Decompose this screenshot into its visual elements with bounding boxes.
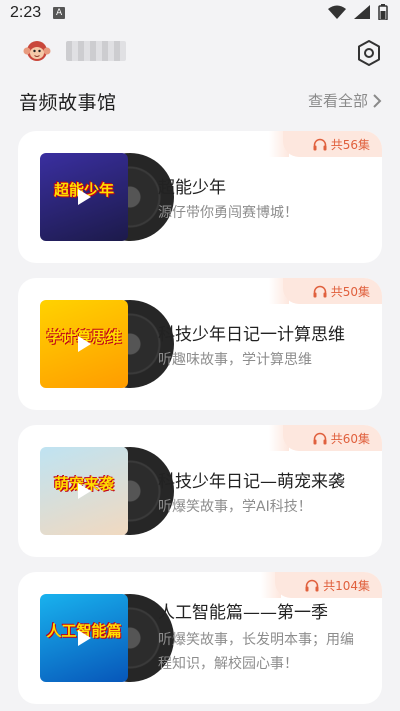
play-icon[interactable] xyxy=(74,481,94,501)
settings-icon[interactable] xyxy=(354,38,384,68)
episode-count: 共60集 xyxy=(330,431,370,446)
play-icon[interactable] xyxy=(74,187,94,207)
episode-count-badge: 共104集 xyxy=(261,572,382,598)
username-blurred xyxy=(66,41,126,61)
story-card[interactable]: 共50集 学计算思维 科技少年日记一计算思维 听趣味故事，学计算思维 xyxy=(18,278,382,410)
status-icons xyxy=(328,4,388,20)
headphones-icon xyxy=(313,138,327,150)
cover-wrap[interactable]: 学计算思维 xyxy=(40,300,174,388)
monkey-avatar-icon[interactable] xyxy=(22,38,52,68)
episode-count-badge: 共50集 xyxy=(268,278,382,304)
episode-count: 共104集 xyxy=(323,578,370,593)
headphones-icon xyxy=(313,432,327,444)
story-title: 科技少年日记—萌宠来袭 xyxy=(158,472,345,492)
story-description: 听趣味故事，学计算思维 xyxy=(158,352,312,368)
story-card[interactable]: 共104集 人工智能篇 人工智能篇——第一季 听爆笑故事，长发明本事；用编程知识… xyxy=(18,572,382,704)
episode-count: 共56集 xyxy=(330,137,370,152)
signal-icon xyxy=(354,5,370,19)
episode-count-badge: 共60集 xyxy=(268,425,382,451)
story-description: 源仔带你勇闯赛博城！ xyxy=(158,205,298,221)
story-title: 人工智能篇——第一季 xyxy=(158,603,328,623)
play-icon[interactable] xyxy=(74,628,94,648)
status-time: 2:23 xyxy=(10,4,42,21)
cover-wrap[interactable]: 萌宠来袭 xyxy=(40,447,174,535)
headphones-icon xyxy=(313,285,327,297)
app-header xyxy=(0,26,400,80)
wifi-icon xyxy=(328,5,346,19)
view-all-link[interactable]: 查看全部 xyxy=(308,90,382,111)
story-description: 听爆笑故事，学AI科技！ xyxy=(158,499,312,515)
story-card[interactable]: 共60集 萌宠来袭 科技少年日记—萌宠来袭 听爆笑故事，学AI科技！ xyxy=(18,425,382,557)
story-card[interactable]: 共56集 超能少年 超能少年 源仔带你勇闯赛博城！ xyxy=(18,131,382,263)
view-all-label: 查看全部 xyxy=(307,92,368,110)
notification-icon: A xyxy=(53,7,66,19)
story-title: 科技少年日记一计算思维 xyxy=(158,325,345,345)
chevron-right-icon xyxy=(373,93,382,108)
play-icon[interactable] xyxy=(74,334,94,354)
cover-wrap[interactable]: 人工智能篇 xyxy=(40,594,174,682)
battery-icon xyxy=(378,4,388,20)
status-bar: 2:23 A xyxy=(0,0,400,26)
episode-count-badge: 共56集 xyxy=(268,131,382,157)
section-title: 音频故事馆 xyxy=(19,92,117,114)
headphones-icon xyxy=(305,579,319,591)
story-description: 听爆笑故事，长发明本事；用编程知识，解校园心事！ xyxy=(158,632,354,672)
story-title: 超能少年 xyxy=(158,178,226,198)
episode-count: 共50集 xyxy=(330,284,370,299)
cover-wrap[interactable]: 超能少年 xyxy=(40,153,174,241)
